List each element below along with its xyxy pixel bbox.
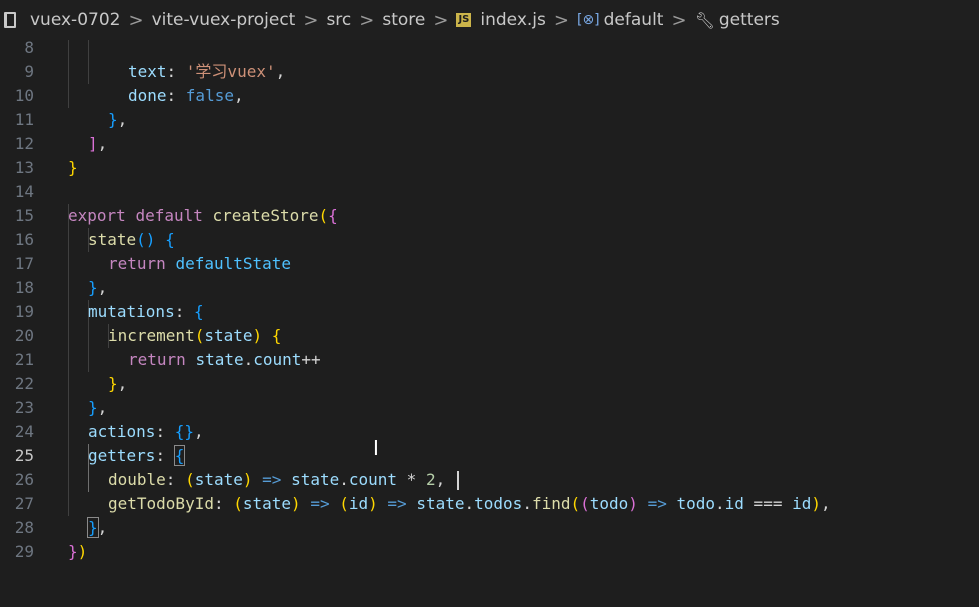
code-editor[interactable]: 8 text: '学习vuex', 9 done: false, 10 }, 1… bbox=[0, 24, 979, 607]
code-line: 15 state() { bbox=[0, 180, 979, 249]
chevron-right-icon: > bbox=[671, 9, 687, 31]
code-line: 28 }) bbox=[0, 492, 979, 561]
chevron-right-icon: > bbox=[359, 9, 375, 31]
chevron-right-icon: > bbox=[553, 9, 569, 31]
chevron-right-icon: > bbox=[128, 9, 144, 31]
book-icon bbox=[4, 12, 16, 28]
line-number: 29 bbox=[14, 542, 34, 561]
code-line: 14 export default createStore({ bbox=[0, 156, 979, 225]
breadcrumb-item-file[interactable]: index.js bbox=[480, 10, 546, 30]
chevron-right-icon: > bbox=[433, 9, 449, 31]
code-line: 12 } bbox=[0, 108, 979, 177]
code-line: 24 getters: { bbox=[0, 396, 979, 466]
breadcrumb-item-default[interactable]: default bbox=[604, 10, 664, 30]
wrench-icon: 🔧︎ bbox=[694, 10, 715, 30]
breadcrumb-item-src[interactable]: src bbox=[326, 10, 351, 30]
js-file-icon: JS bbox=[456, 13, 472, 27]
breadcrumb-item-workspace[interactable]: vuex-0702 bbox=[30, 10, 120, 30]
code-line: 23 actions: {}, bbox=[0, 372, 979, 441]
breadcrumb: vuex-0702 > vite-vuex-project > src > st… bbox=[0, 0, 979, 40]
code-line: 20 return state.count++ bbox=[0, 300, 979, 369]
chevron-right-icon: > bbox=[303, 9, 319, 31]
code-line: 16 return defaultState bbox=[0, 204, 979, 273]
code-line: 27 }, bbox=[0, 468, 979, 538]
code-line: 22 }, bbox=[0, 348, 979, 417]
code-line: 21 }, bbox=[0, 324, 979, 393]
code-line: 29 bbox=[0, 516, 979, 561]
text-cursor-icon: I bbox=[373, 436, 379, 460]
code-line: 13 bbox=[0, 132, 979, 177]
breadcrumb-item-store[interactable]: store bbox=[382, 10, 425, 30]
code-line: 11 ], bbox=[0, 84, 979, 153]
code-line: 26 getTodoById: (state) => (id) => state… bbox=[0, 444, 979, 513]
code-line: 18 mutations: { bbox=[0, 252, 979, 321]
breadcrumb-item-project[interactable]: vite-vuex-project bbox=[152, 10, 296, 30]
breadcrumb-item-getters[interactable]: getters bbox=[719, 10, 780, 30]
symbol-variable-icon: [⊗] bbox=[576, 12, 600, 28]
code-line: 17 }, bbox=[0, 228, 979, 297]
code-line: 19 increment(state) { bbox=[0, 276, 979, 345]
code-line: 10 }, bbox=[0, 60, 979, 129]
code-line-active: 25 double: (state) => state.count * 2, bbox=[0, 420, 979, 490]
